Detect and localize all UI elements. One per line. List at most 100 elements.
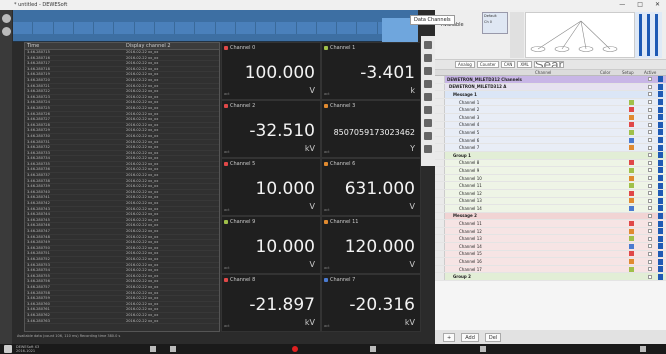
active-toggle[interactable] — [658, 76, 663, 83]
add-icon-button[interactable]: + — [443, 332, 456, 342]
maximize-button[interactable]: □ — [637, 1, 643, 8]
digital-meter[interactable]: Channel 2 -32.510 kV act — [221, 100, 321, 158]
active-toggle[interactable] — [658, 159, 663, 166]
bar-chart-icon[interactable] — [424, 119, 432, 127]
channel-color-swatch[interactable] — [629, 243, 634, 249]
setup-checkbox[interactable] — [648, 115, 652, 120]
channel-tree-row[interactable]: Channel 3 — [435, 113, 666, 122]
setup-checkbox[interactable] — [648, 153, 652, 158]
setup-checkbox[interactable] — [648, 198, 652, 203]
setup-checkbox[interactable] — [648, 267, 652, 272]
setup-checkbox[interactable] — [648, 206, 652, 211]
scope-icon[interactable] — [424, 132, 432, 140]
active-toggle[interactable] — [658, 190, 663, 197]
channel-tree-row[interactable]: Channel 11 — [435, 182, 666, 190]
setup-checkbox[interactable] — [648, 92, 652, 97]
channel-color-swatch[interactable] — [629, 107, 634, 113]
channel-color-swatch[interactable] — [629, 198, 634, 204]
channel-tree-row[interactable]: Channel 2 — [435, 106, 666, 114]
col-active[interactable]: Active — [644, 70, 666, 75]
digital-meter[interactable]: Channel 1 -3.401 k act — [321, 42, 421, 100]
channel-color-swatch[interactable] — [629, 145, 634, 151]
setup-checkbox[interactable] — [648, 122, 652, 127]
active-toggle[interactable] — [658, 167, 663, 174]
minimize-button[interactable]: — — [619, 1, 625, 8]
settings-icon[interactable] — [480, 346, 486, 352]
channel-color-swatch[interactable] — [629, 259, 634, 265]
setup-checkbox[interactable] — [648, 130, 652, 135]
setup-checkbox[interactable] — [648, 84, 652, 89]
channel-tree-row[interactable]: Message 1 — [435, 91, 666, 99]
chart-icon[interactable] — [170, 346, 176, 352]
active-toggle[interactable] — [658, 144, 663, 151]
setup-checkbox[interactable] — [648, 138, 652, 143]
setup-checkbox[interactable] — [648, 100, 652, 105]
channel-color-swatch[interactable] — [629, 236, 634, 242]
table-row[interactable]: 3.46.280763 2016-02-22 xx_xx — [25, 319, 219, 325]
channel-color-swatch[interactable] — [629, 205, 634, 211]
channel-color-swatch[interactable] — [629, 183, 634, 189]
col-color[interactable]: Color — [600, 70, 622, 75]
col-time[interactable]: Time — [25, 43, 124, 49]
setup-checkbox[interactable] — [648, 244, 652, 249]
analog-button[interactable]: Analog — [455, 61, 475, 68]
setup-checkbox[interactable] — [648, 229, 652, 234]
table-icon[interactable] — [424, 41, 432, 49]
channel-color-swatch[interactable] — [629, 266, 634, 272]
channel-color-swatch[interactable] — [629, 137, 634, 143]
channel-tree-row[interactable]: Channel 6 — [435, 136, 666, 145]
channel-tree-row[interactable]: Channel 12 — [435, 189, 666, 198]
active-toggle[interactable] — [658, 182, 663, 189]
channel-tree-row[interactable]: Channel 17 — [435, 265, 666, 274]
setup-checkbox[interactable] — [648, 191, 652, 196]
channel-tree-row[interactable]: Channel 7 — [435, 144, 666, 152]
grid-icon[interactable] — [424, 54, 432, 62]
channel-color-swatch[interactable] — [629, 167, 634, 173]
digital-meter[interactable]: Channel 3 8507059173023462 Yact — [321, 100, 421, 158]
setup-checkbox[interactable] — [648, 213, 652, 218]
channel-color-swatch[interactable] — [629, 160, 634, 166]
setup-checkbox[interactable] — [648, 221, 652, 226]
active-toggle[interactable] — [658, 175, 663, 182]
active-toggle[interactable] — [658, 114, 663, 121]
channel-tree-row[interactable]: Channel 10 — [435, 174, 666, 183]
active-toggle[interactable] — [658, 83, 663, 90]
setup-checkbox[interactable] — [648, 145, 652, 150]
active-toggle[interactable] — [658, 258, 663, 265]
setup-checkbox[interactable] — [648, 236, 652, 241]
active-toggle[interactable] — [658, 205, 663, 212]
active-toggle[interactable] — [658, 250, 663, 257]
channel-color-swatch[interactable] — [629, 175, 634, 181]
folder-icon[interactable] — [370, 346, 376, 352]
channel-tree-row[interactable]: Channel 13 — [435, 197, 666, 206]
active-toggle[interactable] — [658, 266, 663, 273]
setup-checkbox[interactable] — [648, 160, 652, 165]
active-toggle[interactable] — [658, 197, 663, 204]
setup-checkbox[interactable] — [648, 176, 652, 181]
channel-color-swatch[interactable] — [629, 114, 634, 120]
channel-tree-row[interactable]: Channel 4 — [435, 121, 666, 130]
recorder-table[interactable]: Time Display channel 2 3.46.280715 2016-0… — [24, 42, 220, 332]
active-toggle[interactable] — [658, 243, 663, 250]
setup-checkbox[interactable] — [648, 274, 652, 279]
active-toggle[interactable] — [658, 220, 663, 227]
channel-color-swatch[interactable] — [629, 122, 634, 128]
digital-meter[interactable]: Channel 8 -21.897 kV act — [221, 274, 321, 332]
active-toggle[interactable] — [658, 121, 663, 128]
lightning-icon[interactable] — [424, 80, 432, 88]
record-button[interactable] — [292, 346, 298, 352]
digital-meter[interactable]: Channel 11 120.000 Vact — [321, 216, 421, 274]
xml-button[interactable]: XML — [517, 61, 532, 68]
setup-checkbox[interactable] — [648, 107, 652, 112]
channel-tree-row[interactable]: DEWETRON_MILETD312 A — [435, 83, 666, 92]
setup-checkbox[interactable] — [648, 259, 652, 264]
channel-tree-row[interactable]: Channel 15 — [435, 250, 666, 259]
delete-button[interactable]: Del — [484, 332, 502, 342]
channel-color-swatch[interactable] — [629, 129, 634, 135]
active-toggle[interactable] — [658, 106, 663, 113]
timeline-track[interactable] — [13, 22, 418, 34]
timeline-overview[interactable] — [13, 10, 418, 42]
channel-tree-row[interactable]: DEWETRON_MILETD312 Channels — [435, 76, 666, 84]
active-toggle[interactable] — [658, 152, 663, 159]
channel-tree-row[interactable]: Channel 12 — [435, 227, 666, 236]
